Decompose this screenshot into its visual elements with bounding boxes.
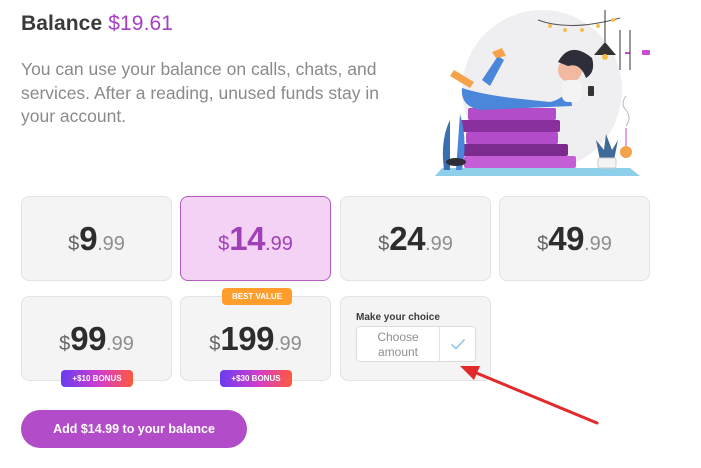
option-price: $199.99 bbox=[209, 319, 302, 357]
custom-amount-field: Choose amount bbox=[356, 326, 476, 362]
bonus-badge-10: +$10 BONUS bbox=[61, 370, 133, 387]
amount-option-49[interactable]: $49.99 bbox=[499, 196, 650, 281]
balance-amount: $19.61 bbox=[108, 12, 174, 35]
best-value-badge: BEST VALUE bbox=[222, 288, 292, 305]
placeholder-line-2: amount bbox=[377, 345, 419, 359]
option-price: $99.99 bbox=[59, 319, 134, 357]
woman-reading-phone-illustration bbox=[435, 10, 650, 176]
option-price: $24.99 bbox=[378, 219, 453, 257]
option-price: $14.99 bbox=[218, 219, 293, 257]
option-price: $9.99 bbox=[68, 219, 125, 257]
bonus-badge-30: +$30 BONUS bbox=[220, 370, 292, 387]
amount-option-14[interactable]: $14.99 bbox=[180, 196, 331, 281]
custom-amount-title: Make your choice bbox=[356, 312, 440, 323]
balance-label: Balance bbox=[21, 12, 103, 35]
amount-option-199[interactable]: $199.99 bbox=[180, 296, 331, 381]
amount-option-99[interactable]: $99.99 bbox=[21, 296, 172, 381]
balance-heading: Balance $19.61 bbox=[21, 12, 173, 36]
custom-amount-input[interactable]: Choose amount bbox=[357, 327, 439, 361]
checkmark-icon bbox=[450, 338, 465, 350]
balance-description: You can use your balance on calls, chats… bbox=[21, 59, 379, 126]
option-price: $49.99 bbox=[537, 219, 612, 257]
amount-option-24[interactable]: $24.99 bbox=[340, 196, 491, 281]
red-arrow-annotation bbox=[460, 366, 599, 425]
confirm-amount-button[interactable] bbox=[440, 327, 475, 361]
amount-option-9[interactable]: $9.99 bbox=[21, 196, 172, 281]
placeholder-line-1: Choose bbox=[377, 330, 419, 344]
add-to-balance-button[interactable]: Add $14.99 to your balance bbox=[21, 410, 247, 448]
